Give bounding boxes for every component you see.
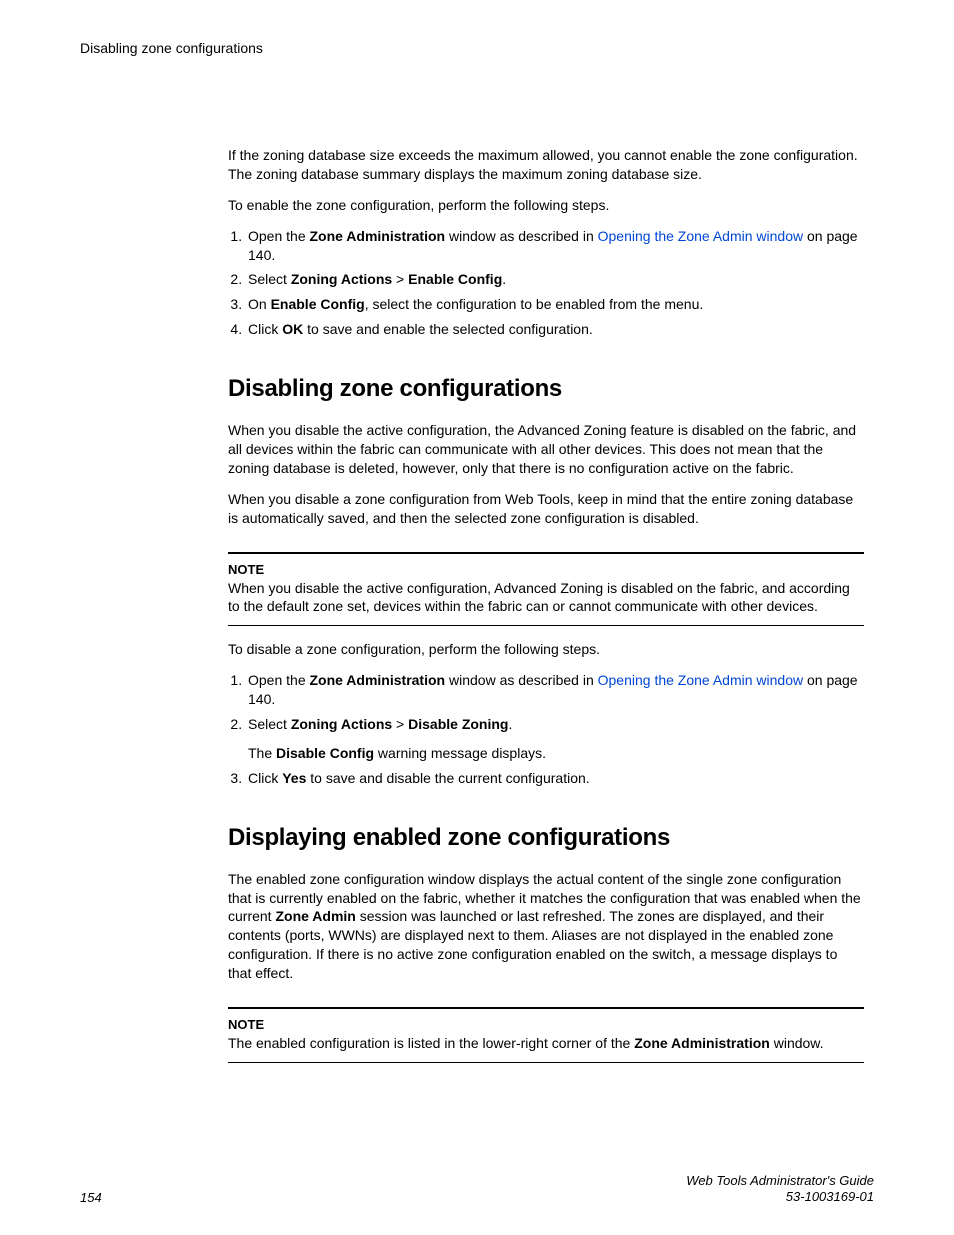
text: , select the configuration to be enabled…	[365, 296, 704, 312]
note-rule	[228, 1061, 864, 1063]
text-bold: Zone Administration	[310, 672, 446, 688]
text-bold: Zoning Actions	[291, 271, 392, 287]
text: Open the	[248, 672, 310, 688]
page: Disabling zone configurations If the zon…	[0, 0, 954, 1235]
displaying-para-1: The enabled zone configuration window di…	[228, 870, 864, 983]
note-block: NOTE The enabled configuration is listed…	[228, 1007, 864, 1053]
running-header: Disabling zone configurations	[80, 40, 874, 56]
step-1: Open the Zone Administration window as d…	[246, 671, 864, 709]
text-bold: Enable Config	[271, 296, 365, 312]
text: >	[392, 271, 408, 287]
text: window as described in	[445, 228, 598, 244]
step-2: Select Zoning Actions > Enable Config.	[246, 270, 864, 289]
enable-steps-list: Open the Zone Administration window as d…	[228, 227, 864, 339]
disabling-para-1: When you disable the active configuratio…	[228, 421, 864, 478]
zone-admin-window-link[interactable]: Opening the Zone Admin window	[598, 228, 803, 244]
note-label: NOTE	[228, 1017, 864, 1032]
header-text: Disabling zone configurations	[80, 40, 263, 56]
note-body: When you disable the active configuratio…	[228, 579, 864, 617]
step-1: Open the Zone Administration window as d…	[246, 227, 864, 265]
step-3: Click Yes to save and disable the curren…	[246, 769, 864, 788]
text: to save and enable the selected configur…	[303, 321, 593, 337]
text: >	[392, 716, 408, 732]
text: Select	[248, 716, 291, 732]
text: Select	[248, 271, 291, 287]
footer-right: Web Tools Administrator's Guide 53-10031…	[686, 1173, 874, 1206]
text: Click	[248, 321, 282, 337]
text: .	[508, 716, 512, 732]
step-2: Select Zoning Actions > Disable Zoning. …	[246, 715, 864, 763]
text-bold: OK	[282, 321, 303, 337]
note-block: NOTE When you disable the active configu…	[228, 552, 864, 617]
text: warning message displays.	[374, 745, 546, 761]
text-bold: Zone Admin	[275, 908, 355, 924]
main-content: If the zoning database size exceeds the …	[228, 146, 864, 1063]
note-label: NOTE	[228, 562, 864, 577]
text: The	[248, 745, 276, 761]
disabling-para-2: When you disable a zone configuration fr…	[228, 490, 864, 528]
footer-code: 53-1003169-01	[686, 1189, 874, 1205]
text: window as described in	[445, 672, 598, 688]
text: window.	[770, 1035, 824, 1051]
note-body: The enabled configuration is listed in t…	[228, 1034, 864, 1053]
disabling-para-3: To disable a zone configuration, perform…	[228, 640, 864, 659]
heading-disabling: Disabling zone configurations	[228, 375, 864, 403]
page-footer: 154 Web Tools Administrator's Guide 53-1…	[80, 1173, 874, 1206]
text-bold: Yes	[282, 770, 306, 786]
substep: The Disable Config warning message displ…	[248, 744, 864, 763]
text-bold: Disable Zoning	[408, 716, 508, 732]
footer-title: Web Tools Administrator's Guide	[686, 1173, 874, 1189]
disable-steps-list: Open the Zone Administration window as d…	[228, 671, 864, 787]
text-bold: Enable Config	[408, 271, 502, 287]
text: The enabled configuration is listed in t…	[228, 1035, 634, 1051]
text: On	[248, 296, 271, 312]
note-rule	[228, 624, 864, 626]
intro-para-2: To enable the zone configuration, perfor…	[228, 196, 864, 215]
zone-admin-window-link[interactable]: Opening the Zone Admin window	[598, 672, 803, 688]
text-bold: Zoning Actions	[291, 716, 392, 732]
text-bold: Disable Config	[276, 745, 374, 761]
heading-displaying: Displaying enabled zone configurations	[228, 824, 864, 852]
text-bold: Zone Administration	[634, 1035, 770, 1051]
page-number: 154	[80, 1190, 102, 1205]
text: .	[502, 271, 506, 287]
intro-para-1: If the zoning database size exceeds the …	[228, 146, 864, 184]
text: Click	[248, 770, 282, 786]
text-bold: Zone Administration	[310, 228, 446, 244]
step-3: On Enable Config, select the configurati…	[246, 295, 864, 314]
step-4: Click OK to save and enable the selected…	[246, 320, 864, 339]
text: Open the	[248, 228, 310, 244]
text: to save and disable the current configur…	[306, 770, 589, 786]
